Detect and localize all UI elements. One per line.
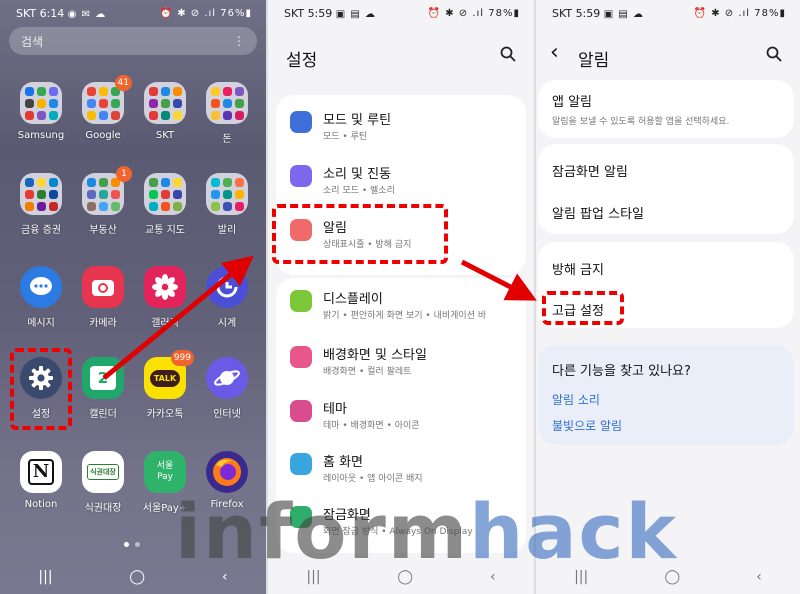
watermark-logo: informhack <box>175 487 678 576</box>
arrow-to-notifications <box>102 255 254 380</box>
arrow-to-advanced <box>460 259 537 301</box>
watermark-part2: hack <box>469 487 679 576</box>
watermark-part1: inform <box>175 487 470 576</box>
